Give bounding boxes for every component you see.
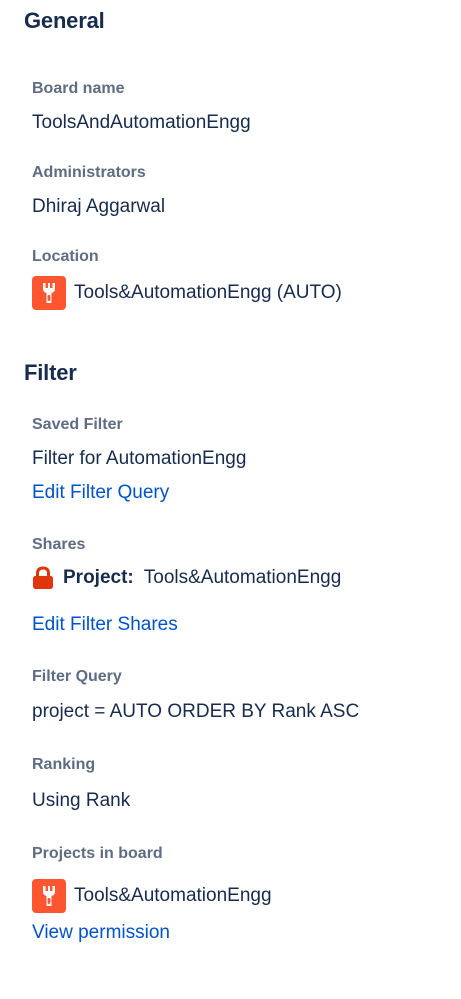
board-name-label: Board name [32, 80, 125, 97]
shares-label: Shares [32, 536, 86, 553]
projects-in-board-item-name: Tools&AutomationEngg [74, 885, 272, 906]
project-avatar-icon [32, 276, 66, 310]
board-name-value: ToolsAndAutomationEngg [32, 112, 251, 133]
edit-filter-query-link[interactable]: Edit Filter Query [32, 482, 169, 504]
filter-section-title: Filter [24, 360, 77, 385]
edit-filter-shares-link[interactable]: Edit Filter Shares [32, 614, 178, 636]
projects-in-board-item[interactable]: Tools&AutomationEngg [32, 879, 272, 913]
administrators-value: Dhiraj Aggarwal [32, 196, 166, 217]
filter-query-value: project = AUTO ORDER BY Rank ASC [32, 701, 360, 722]
location-project-name: Tools&AutomationEngg (AUTO) [74, 282, 342, 303]
share-entry: Project: Tools&AutomationEngg [32, 566, 341, 590]
saved-filter-label: Saved Filter [32, 416, 123, 433]
location-project[interactable]: Tools&AutomationEngg (AUTO) [32, 276, 342, 310]
view-permission-link[interactable]: View permission [32, 922, 170, 944]
projects-in-board-label: Projects in board [32, 845, 163, 862]
project-avatar-icon [32, 879, 66, 913]
board-settings-general-page: General Board name ToolsAndAutomationEng… [0, 0, 461, 999]
lock-icon [33, 566, 53, 589]
filter-query-label: Filter Query [32, 668, 122, 685]
share-project-name: Tools&AutomationEngg [143, 567, 342, 588]
ranking-label: Ranking [32, 756, 96, 773]
saved-filter-value: Filter for AutomationEngg [32, 448, 247, 469]
location-label: Location [32, 248, 99, 265]
administrators-label: Administrators [32, 164, 146, 181]
share-type: Project: [63, 567, 134, 588]
general-section-title: General [24, 8, 105, 33]
ranking-value: Using Rank [32, 790, 131, 811]
